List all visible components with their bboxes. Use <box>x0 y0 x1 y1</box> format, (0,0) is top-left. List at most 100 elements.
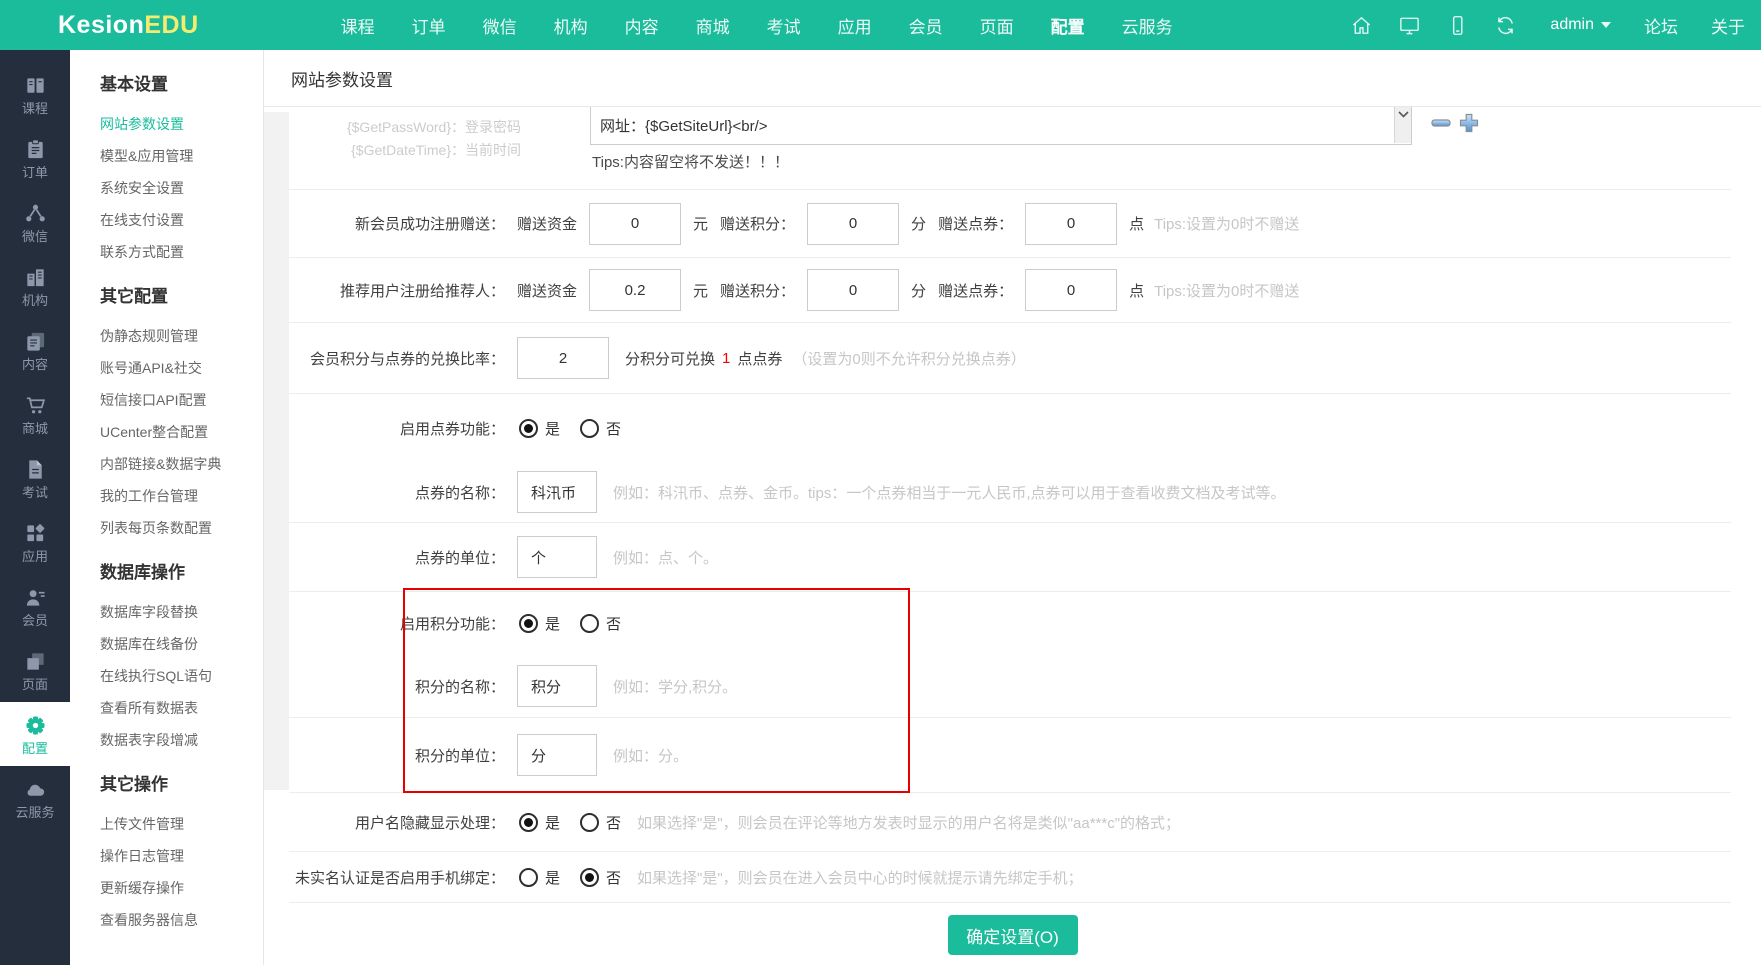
menu-item-sql-exec[interactable]: 在线执行SQL语句 <box>100 660 263 692</box>
sidebar-item-exam[interactable]: 考试 <box>0 446 70 510</box>
username-hide-no-radio[interactable] <box>580 813 599 832</box>
field-label: 会员积分与点券的兑换比率： <box>289 348 505 369</box>
points-unit-input[interactable] <box>517 734 597 776</box>
referral-coupons-input[interactable] <box>1025 269 1117 311</box>
menu-item-op-logs[interactable]: 操作日志管理 <box>100 840 263 872</box>
ratio-note: （设置为0则不允许积分兑换点券） <box>792 348 1025 369</box>
menu-item-rewrite-rules[interactable]: 伪静态规则管理 <box>100 320 263 352</box>
nav-item-apps[interactable]: 应用 <box>838 13 872 38</box>
app-logo[interactable]: KesionEDU <box>58 11 199 40</box>
confirm-settings-button[interactable]: 确定设置(O) <box>948 915 1078 955</box>
menu-item-cache-refresh[interactable]: 更新缓存操作 <box>100 872 263 904</box>
menu-item-db-field-replace[interactable]: 数据库字段替换 <box>100 596 263 628</box>
user-menu[interactable]: admin <box>1550 16 1611 34</box>
sidebar-item-orders[interactable]: 订单 <box>0 126 70 190</box>
menu-item-page-size[interactable]: 列表每页条数配置 <box>100 512 263 544</box>
radio-label: 否 <box>606 812 621 833</box>
referral-points-input[interactable] <box>807 269 899 311</box>
username-hide-yes-radio[interactable] <box>519 813 538 832</box>
scrollbar[interactable] <box>1394 107 1411 143</box>
nav-item-exam[interactable]: 考试 <box>767 13 801 38</box>
nav-item-pages[interactable]: 页面 <box>980 13 1014 38</box>
desktop-icon[interactable] <box>1398 14 1421 37</box>
register-fund-input[interactable] <box>589 203 681 245</box>
menu-item-db-backup[interactable]: 数据库在线备份 <box>100 628 263 660</box>
menu-item-view-tables[interactable]: 查看所有数据表 <box>100 692 263 724</box>
nav-item-members[interactable]: 会员 <box>909 13 943 38</box>
register-coupons-input[interactable] <box>1025 203 1117 245</box>
register-points-input[interactable] <box>807 203 899 245</box>
user-icon <box>24 586 47 609</box>
sidebar-item-mall[interactable]: 商城 <box>0 382 70 446</box>
nav-item-cloud[interactable]: 云服务 <box>1122 13 1173 38</box>
sidebar-item-org[interactable]: 机构 <box>0 254 70 318</box>
menu-item-account-api[interactable]: 账号通API&社交 <box>100 352 263 384</box>
points-enable-no-radio[interactable] <box>580 614 599 633</box>
nav-link-about[interactable]: 关于 <box>1711 13 1745 38</box>
sidebar-item-wechat[interactable]: 微信 <box>0 190 70 254</box>
menu-item-sms-api[interactable]: 短信接口API配置 <box>100 384 263 416</box>
home-icon[interactable] <box>1350 14 1373 37</box>
cloud-icon <box>24 778 47 801</box>
coupon-enable-no-radio[interactable] <box>580 419 599 438</box>
nav-item-orders[interactable]: 订单 <box>412 13 446 38</box>
form-scrollbar-track[interactable] <box>264 112 289 790</box>
menu-item-contact[interactable]: 联系方式配置 <box>100 236 263 268</box>
menu-item-security[interactable]: 系统安全设置 <box>100 172 263 204</box>
menu-item-payment[interactable]: 在线支付设置 <box>100 204 263 236</box>
sidebar-item-label: 页面 <box>22 678 48 691</box>
ratio-highlight-value: 1 <box>722 350 730 367</box>
nav-link-forum[interactable]: 论坛 <box>1644 13 1678 38</box>
menu-item-site-params[interactable]: 网站参数设置 <box>100 108 263 140</box>
menu-item-ucenter[interactable]: UCenter整合配置 <box>100 416 263 448</box>
nav-item-content[interactable]: 内容 <box>625 13 659 38</box>
menu-item-workbench[interactable]: 我的工作台管理 <box>100 480 263 512</box>
menu-item-model-app[interactable]: 模型&应用管理 <box>100 140 263 172</box>
remove-row-icon[interactable] <box>1430 112 1452 139</box>
menu-item-upload-files[interactable]: 上传文件管理 <box>100 808 263 840</box>
nav-item-config[interactable]: 配置 <box>1051 13 1085 38</box>
field-hint: 例如：分。 <box>613 745 688 766</box>
coupon-unit-input[interactable] <box>517 536 597 578</box>
top-navbar: KesionEDU 课程 订单 微信 机构 内容 商城 考试 应用 会员 页面 … <box>0 0 1761 50</box>
sidebar-item-apps[interactable]: 应用 <box>0 510 70 574</box>
coupon-name-input[interactable] <box>517 471 597 513</box>
field-hint: 例如：科汛币、点券、金币。tips：一个点券相当于一元人民币,点券可以用于查看收… <box>613 482 1286 503</box>
points-name-input[interactable] <box>517 665 597 707</box>
ratio-input[interactable] <box>517 337 609 379</box>
referral-fund-input[interactable] <box>589 269 681 311</box>
sidebar-item-cloud[interactable]: 云服务 <box>0 766 70 830</box>
points-enable-yes-radio[interactable] <box>519 614 538 633</box>
field-hint: 例如：点、个。 <box>613 547 718 568</box>
phone-bind-no-radio[interactable] <box>580 868 599 887</box>
nav-item-mall[interactable]: 商城 <box>696 13 730 38</box>
sidebar-item-pages[interactable]: 页面 <box>0 638 70 702</box>
nav-item-wechat[interactable]: 微信 <box>483 13 517 38</box>
sidebar-item-courses[interactable]: 课程 <box>0 62 70 126</box>
menu-item-internal-links[interactable]: 内部链接&数据字典 <box>100 448 263 480</box>
field-label: 启用积分功能： <box>289 613 505 634</box>
field-hint: 如果选择"是"，则会员在进入会员中心的时候就提示请先绑定手机； <box>637 867 1083 888</box>
sidebar-item-content[interactable]: 内容 <box>0 318 70 382</box>
nav-item-org[interactable]: 机构 <box>554 13 588 38</box>
add-row-icon[interactable] <box>1458 112 1480 139</box>
refresh-icon[interactable] <box>1494 14 1517 37</box>
sidebar-item-config[interactable]: 配置 <box>0 702 70 766</box>
form-footer: 确定设置(O) <box>264 903 1761 965</box>
field-sublabel: 赠送积分： <box>720 280 795 301</box>
mobile-icon[interactable] <box>1446 14 1469 37</box>
nav-item-courses[interactable]: 课程 <box>341 13 375 38</box>
message-content-input[interactable]: 网址：{$GetSiteUrl}<br/> <box>590 107 1412 145</box>
field-sublabel: 赠送资金 <box>517 280 577 301</box>
row-tips: Tips:设置为0时不赠送 <box>1154 213 1299 234</box>
coupon-enable-yes-radio[interactable] <box>519 419 538 438</box>
phone-bind-yes-radio[interactable] <box>519 868 538 887</box>
menu-item-server-info[interactable]: 查看服务器信息 <box>100 904 263 936</box>
menu-item-table-fields[interactable]: 数据表字段增减 <box>100 724 263 756</box>
form-row-message-template: {$GetPassWord}：登录密码 {$GetDateTime}：当前时间 … <box>289 107 1731 190</box>
main-content: 网站参数设置 {$GetPassWord}：登录密码 {$GetDateTime… <box>264 50 1761 965</box>
field-unit: 元 <box>693 280 708 301</box>
cart-icon <box>24 394 47 417</box>
book-icon <box>24 74 47 97</box>
sidebar-item-members[interactable]: 会员 <box>0 574 70 638</box>
